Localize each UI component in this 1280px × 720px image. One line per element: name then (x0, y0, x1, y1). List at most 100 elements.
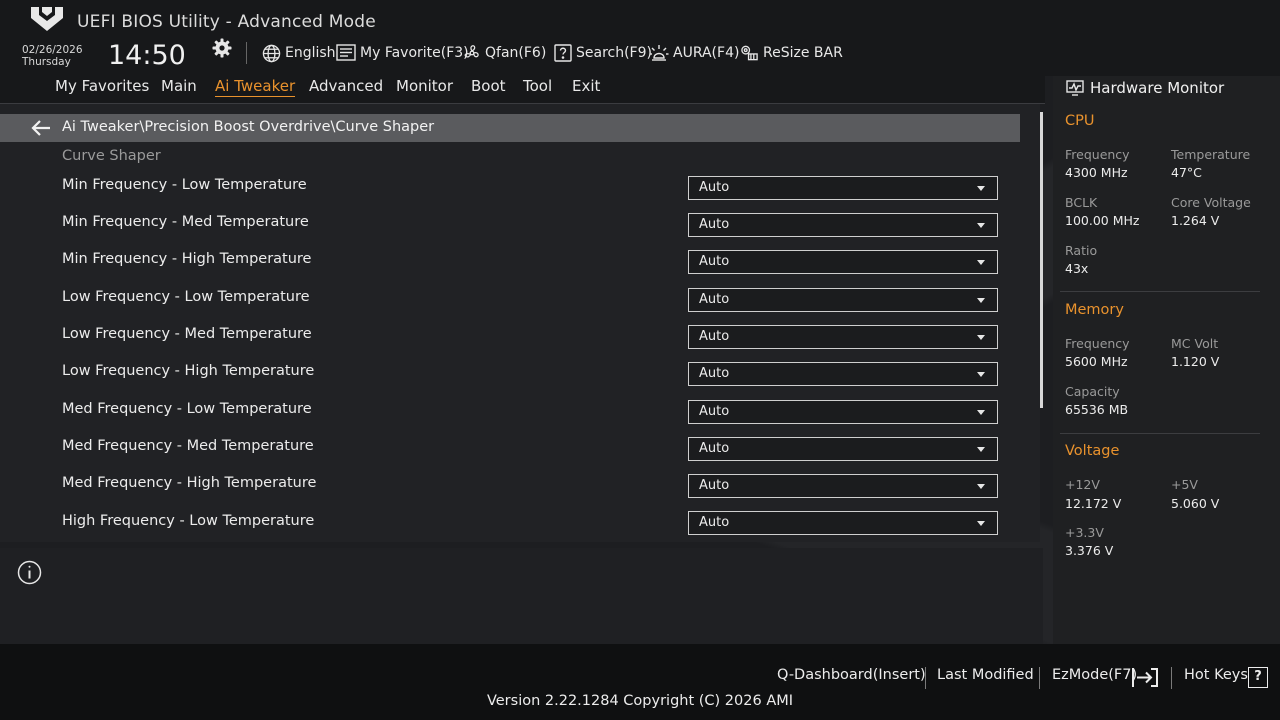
aura-label: AURA(F4) (673, 45, 740, 61)
ratio-label: Ratio (1065, 243, 1098, 258)
cpu-frequency-value: 4300 MHz (1065, 165, 1128, 180)
bclk-value: 100.00 MHz (1065, 213, 1140, 228)
v33-value: 3.376 V (1065, 543, 1114, 558)
footer-separator (1039, 667, 1040, 689)
menu-main[interactable]: Main (161, 77, 197, 95)
gear-icon[interactable] (212, 38, 232, 58)
bclk-label: BCLK (1065, 195, 1098, 210)
help-icon[interactable]: ? (1248, 667, 1268, 688)
chevron-down-icon (977, 484, 985, 489)
memory-section-title: Memory (1065, 302, 1124, 318)
resize-bar-button[interactable]: ReSize BAR (740, 42, 843, 64)
core-voltage-label: Core Voltage (1171, 195, 1251, 210)
favorite-list-icon (336, 44, 356, 61)
menu-boot[interactable]: Boot (471, 77, 506, 95)
setting-dropdown[interactable]: Auto (688, 362, 998, 386)
toolbar-separator (246, 42, 247, 64)
setting-dropdown[interactable]: Auto (688, 250, 998, 274)
chevron-down-icon (977, 372, 985, 377)
setting-dropdown[interactable]: Auto (688, 400, 998, 424)
menu-advanced[interactable]: Advanced (309, 77, 383, 95)
qfan-button[interactable]: Qfan(F6) (463, 42, 546, 64)
app-title: UEFI BIOS Utility - Advanced Mode (77, 12, 376, 32)
menu-ai-tweaker[interactable]: Ai Tweaker (215, 77, 296, 97)
voltage-section-title: Voltage (1065, 443, 1120, 459)
core-voltage-value: 1.264 V (1171, 213, 1220, 228)
q-dashboard-button[interactable]: Q-Dashboard(Insert) (777, 667, 926, 683)
day-text: Thursday (22, 56, 71, 68)
scrollbar[interactable] (1040, 112, 1043, 408)
mc-volt-value: 1.120 V (1171, 354, 1220, 369)
cpu-temperature-label: Temperature (1171, 147, 1251, 162)
v5-label: +5V (1171, 477, 1198, 492)
cpu-section-title: CPU (1065, 113, 1095, 129)
chevron-down-icon (977, 447, 985, 452)
section-title: Curve Shaper (62, 148, 161, 164)
hw-divider (1060, 291, 1260, 292)
time-display: 14:50 (108, 40, 186, 71)
search-button[interactable]: Search(F9) (554, 42, 652, 64)
setting-label: Med Frequency - High Temperature (62, 475, 317, 491)
setting-dropdown[interactable]: Auto (688, 511, 998, 535)
menu-my-favorites[interactable]: My Favorites (55, 77, 149, 95)
chevron-down-icon (977, 260, 985, 265)
my-favorite-button[interactable]: My Favorite(F3) (336, 42, 469, 64)
ezmode-button[interactable]: EzMode(F7) (1052, 667, 1137, 683)
memory-frequency-label: Frequency (1065, 336, 1130, 351)
setting-dropdown[interactable]: Auto (688, 213, 998, 237)
chevron-down-icon (977, 335, 985, 340)
dropdown-value: Auto (699, 329, 730, 344)
setting-label: Low Frequency - High Temperature (62, 363, 315, 379)
search-help-icon (554, 44, 572, 62)
setting-dropdown[interactable]: Auto (688, 325, 998, 349)
last-modified-button[interactable]: Last Modified (937, 667, 1034, 683)
menu-tool[interactable]: Tool (523, 77, 552, 95)
setting-label: Med Frequency - Low Temperature (62, 401, 312, 417)
menu-monitor[interactable]: Monitor (396, 77, 453, 95)
footer-separator (925, 667, 926, 689)
setting-label: High Frequency - Low Temperature (62, 513, 315, 529)
v5-value: 5.060 V (1171, 496, 1220, 511)
hot-keys-button[interactable]: Hot Keys (1184, 667, 1248, 683)
setting-dropdown[interactable]: Auto (688, 437, 998, 461)
hw-divider (1060, 433, 1260, 434)
memory-frequency-value: 5600 MHz (1065, 354, 1128, 369)
setting-label: Low Frequency - Low Temperature (62, 289, 310, 305)
dropdown-value: Auto (699, 366, 730, 381)
info-panel (0, 548, 1043, 644)
date-text: 02/26/2026 (22, 44, 83, 56)
monitor-icon (1066, 80, 1084, 96)
ratio-value: 43x (1065, 261, 1089, 276)
chevron-down-icon (977, 410, 985, 415)
dropdown-value: Auto (699, 478, 730, 493)
dropdown-value: Auto (699, 441, 730, 456)
back-arrow-icon[interactable] (30, 118, 52, 138)
breadcrumb: Ai Tweaker\Precision Boost Overdrive\Cur… (62, 119, 435, 135)
chevron-down-icon (977, 186, 985, 191)
ezmode-label: EzMode(F7) (1052, 667, 1138, 683)
capacity-label: Capacity (1065, 384, 1120, 399)
setting-dropdown[interactable]: Auto (688, 474, 998, 498)
fan-icon (464, 45, 479, 58)
hardware-monitor-title: Hardware Monitor (1090, 79, 1225, 97)
dropdown-value: Auto (699, 254, 730, 269)
my-favorite-label: My Favorite(F3) (360, 45, 469, 61)
exit-arrow-icon[interactable] (1131, 667, 1159, 688)
setting-label: Min Frequency - Low Temperature (62, 177, 307, 193)
setting-dropdown[interactable]: Auto (688, 176, 998, 200)
aura-button[interactable]: AURA(F4) (649, 42, 739, 64)
footer-separator (1171, 667, 1172, 689)
dropdown-value: Auto (699, 292, 730, 307)
tuf-logo-icon (31, 7, 63, 31)
setting-label: Min Frequency - Med Temperature (62, 214, 309, 230)
info-icon (17, 560, 42, 585)
language-button[interactable]: English (262, 42, 336, 64)
setting-label: Low Frequency - Med Temperature (62, 326, 312, 342)
setting-dropdown[interactable]: Auto (688, 288, 998, 312)
search-label: Search(F9) (576, 45, 652, 61)
dropdown-value: Auto (699, 515, 730, 530)
menu-exit[interactable]: Exit (572, 77, 600, 95)
cpu-temperature-value: 47°C (1171, 165, 1202, 180)
cpu-frequency-label: Frequency (1065, 147, 1130, 162)
version-text: Version 2.22.1284 Copyright (C) 2026 AMI (486, 693, 794, 709)
